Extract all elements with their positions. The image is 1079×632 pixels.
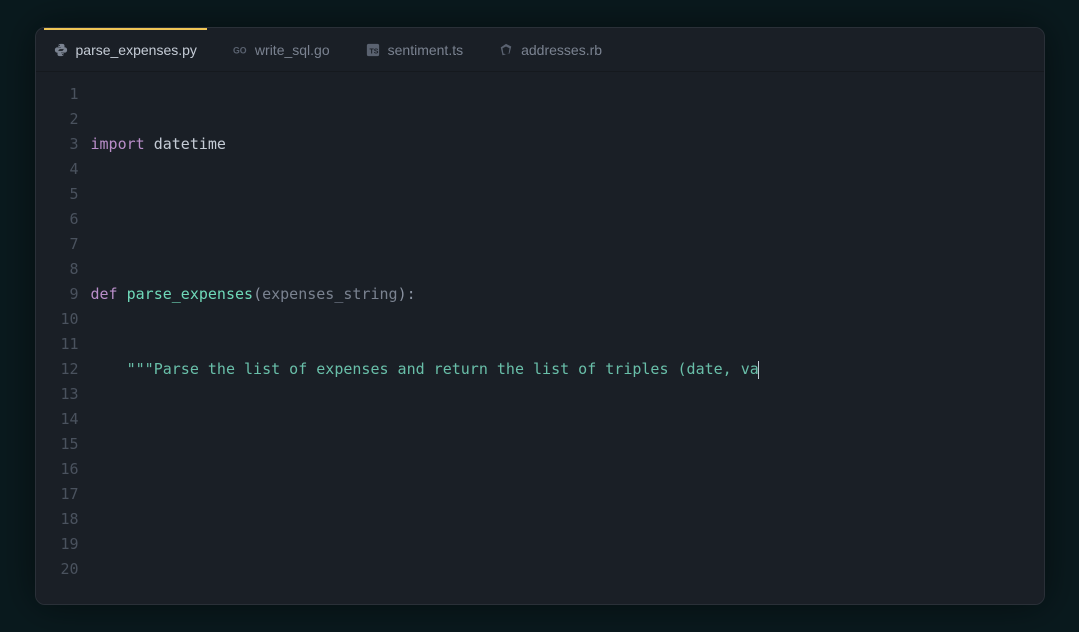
line-number: 12 (36, 357, 79, 382)
code-area[interactable]: 1234567891011121314151617181920 import d… (36, 72, 1044, 604)
line-number: 16 (36, 457, 79, 482)
tab-label: sentiment.ts (388, 42, 463, 58)
code-line-3: def parse_expenses(expenses_string): (91, 282, 1044, 307)
tab-label: addresses.rb (521, 42, 602, 58)
line-number: 4 (36, 157, 79, 182)
line-number: 20 (36, 557, 79, 582)
svg-text:TS: TS (369, 48, 378, 55)
code-line-6 (91, 507, 1044, 532)
line-number: 6 (36, 207, 79, 232)
line-number: 3 (36, 132, 79, 157)
line-number: 13 (36, 382, 79, 407)
tab-parse-expenses[interactable]: parse_expenses.py (36, 28, 215, 71)
line-number: 1 (36, 82, 79, 107)
tab-bar: parse_expenses.py GO write_sql.go TS sen… (36, 28, 1044, 72)
line-gutter: 1234567891011121314151617181920 (36, 82, 91, 604)
line-number: 7 (36, 232, 79, 257)
svg-text:GO: GO (233, 45, 247, 55)
code-line-2 (91, 207, 1044, 232)
code-content[interactable]: import datetime def parse_expenses(expen… (91, 82, 1044, 604)
line-number: 9 (36, 282, 79, 307)
tab-sentiment[interactable]: TS sentiment.ts (348, 28, 481, 71)
code-line-5 (91, 432, 1044, 457)
line-number: 10 (36, 307, 79, 332)
code-line-1: import datetime (91, 132, 1044, 157)
text-cursor (758, 361, 759, 379)
ruby-icon (499, 43, 513, 57)
tab-write-sql[interactable]: GO write_sql.go (215, 28, 348, 71)
line-number: 17 (36, 482, 79, 507)
code-line-7 (91, 582, 1044, 604)
line-number: 8 (36, 257, 79, 282)
tab-label: parse_expenses.py (76, 42, 197, 58)
tab-label: write_sql.go (255, 42, 330, 58)
line-number: 5 (36, 182, 79, 207)
line-number: 11 (36, 332, 79, 357)
line-number: 18 (36, 507, 79, 532)
go-icon: GO (233, 43, 247, 57)
editor-window: parse_expenses.py GO write_sql.go TS sen… (35, 27, 1045, 605)
line-number: 19 (36, 532, 79, 557)
ts-icon: TS (366, 43, 380, 57)
line-number: 15 (36, 432, 79, 457)
python-icon (54, 43, 68, 57)
code-line-4: """Parse the list of expenses and return… (91, 357, 1044, 382)
tab-addresses[interactable]: addresses.rb (481, 28, 620, 71)
line-number: 2 (36, 107, 79, 132)
line-number: 14 (36, 407, 79, 432)
